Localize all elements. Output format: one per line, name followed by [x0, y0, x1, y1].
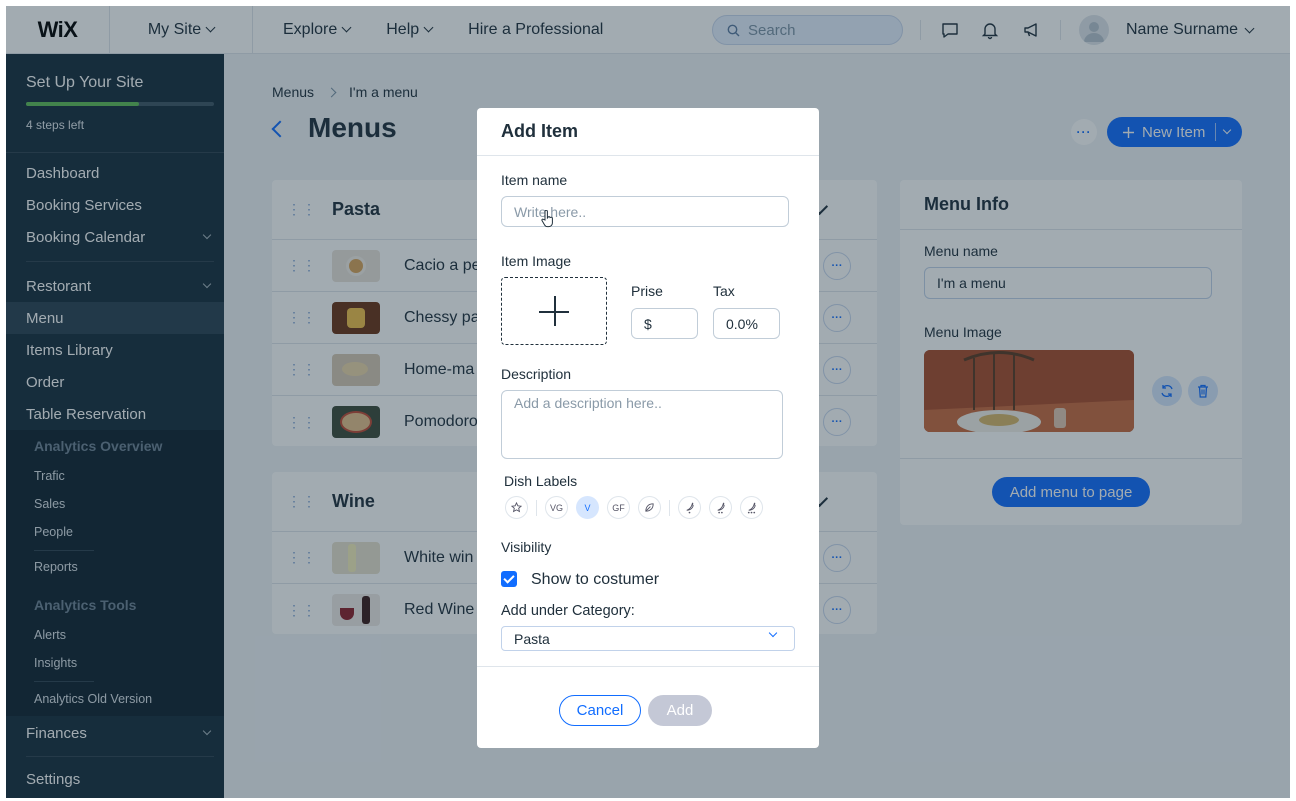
gluten-free-label-button[interactable]: GF — [607, 496, 630, 519]
divider — [669, 499, 670, 516]
item-name-label: Item name — [501, 172, 568, 188]
item-image-label: Item Image — [501, 253, 572, 269]
star-icon[interactable] — [505, 496, 528, 519]
chevron-down-icon — [768, 628, 778, 638]
category-select[interactable]: Pasta — [501, 626, 795, 651]
description-textarea[interactable]: Add a description here.. — [501, 390, 783, 459]
dish-labels-group: VG V GF — [505, 496, 763, 519]
add-button[interactable]: Add — [648, 695, 712, 726]
add-item-dialog: Add Item Item name Write here.. Item Ima… — [477, 108, 819, 748]
cancel-button[interactable]: Cancel — [559, 695, 641, 726]
vegan-label: VG — [549, 502, 563, 513]
price-label: Prise — [631, 283, 663, 299]
chili-mild-icon[interactable] — [678, 496, 701, 519]
gluten-free-label: GF — [612, 502, 625, 513]
hand-cursor-icon — [541, 210, 553, 228]
vegetarian-label: V — [584, 502, 591, 513]
show-to-customer-label: Show to costumer — [531, 571, 660, 588]
chili-medium-icon[interactable] — [709, 496, 732, 519]
divider — [477, 666, 819, 667]
tax-input[interactable]: 0.0% — [713, 308, 780, 339]
plus-icon — [554, 296, 556, 326]
leaf-icon[interactable] — [638, 496, 661, 519]
tax-label: Tax — [713, 283, 735, 299]
category-label: Add under Category: — [501, 603, 635, 619]
dish-labels-title: Dish Labels — [504, 473, 578, 489]
divider — [536, 499, 537, 516]
vegan-label-button[interactable]: VG — [545, 496, 568, 519]
price-value: $ — [644, 315, 652, 332]
tax-value: 0.0% — [726, 315, 758, 332]
visibility-label: Visibility — [501, 539, 552, 555]
chili-hot-icon[interactable] — [740, 496, 763, 519]
app-frame: WiX My Site Explore Help Hire a Professi… — [6, 6, 1290, 798]
show-to-customer-checkbox[interactable] — [501, 571, 517, 587]
vegetarian-label-button[interactable]: V — [576, 496, 599, 519]
description-label: Description — [501, 366, 572, 382]
price-input[interactable]: $ — [631, 308, 698, 339]
category-value: Pasta — [514, 630, 550, 647]
dialog-title: Add Item — [477, 108, 819, 156]
description-placeholder: Add a description here.. — [514, 395, 662, 411]
item-image-upload[interactable] — [501, 277, 607, 345]
